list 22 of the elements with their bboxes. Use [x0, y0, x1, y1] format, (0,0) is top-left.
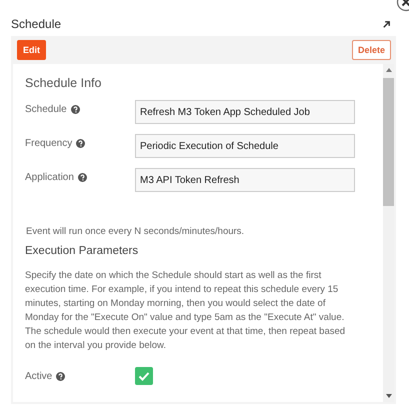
expand-icon[interactable] — [382, 20, 391, 28]
help-icon[interactable] — [78, 173, 87, 182]
field-label: Frequency — [25, 138, 72, 149]
help-icon[interactable] — [76, 139, 86, 148]
window-title: Schedule — [11, 17, 62, 31]
frequency-note: Event will run once every N seconds/minutes/hours. — [26, 226, 246, 237]
text-field[interactable]: M3 API Token Refresh — [135, 168, 355, 192]
text-field[interactable]: Refresh M3 Token App Scheduled Job — [135, 100, 355, 124]
edit-button[interactable]: Edit — [17, 40, 46, 60]
scrollbar[interactable] — [383, 64, 394, 402]
section-title: Execution Parameters — [25, 245, 140, 257]
field-label: Active — [25, 370, 52, 382]
help-icon[interactable] — [70, 105, 80, 114]
description-paragraph: Specify the date on which the Schedule should start as well as the first execution time. For example, if you intend to repeat this schedule every 15 minutes, starting on Monday morning, then you would select the date of Monday for the "Execute On" value and type 5am as the "Execute At" value. The schedule would then execute your event at that time, then repeat based on the interval you provide below. — [25, 269, 346, 353]
text-field[interactable]: Periodic Execution of Schedule — [135, 134, 355, 158]
section-title: Schedule Info — [25, 76, 102, 90]
help-icon[interactable] — [56, 372, 66, 380]
scroll-up-icon[interactable] — [386, 68, 392, 72]
scroll-down-icon[interactable] — [386, 394, 392, 398]
checkbox[interactable] — [135, 367, 153, 385]
field-label: Application — [25, 172, 74, 183]
field-label: Schedule — [25, 104, 67, 115]
